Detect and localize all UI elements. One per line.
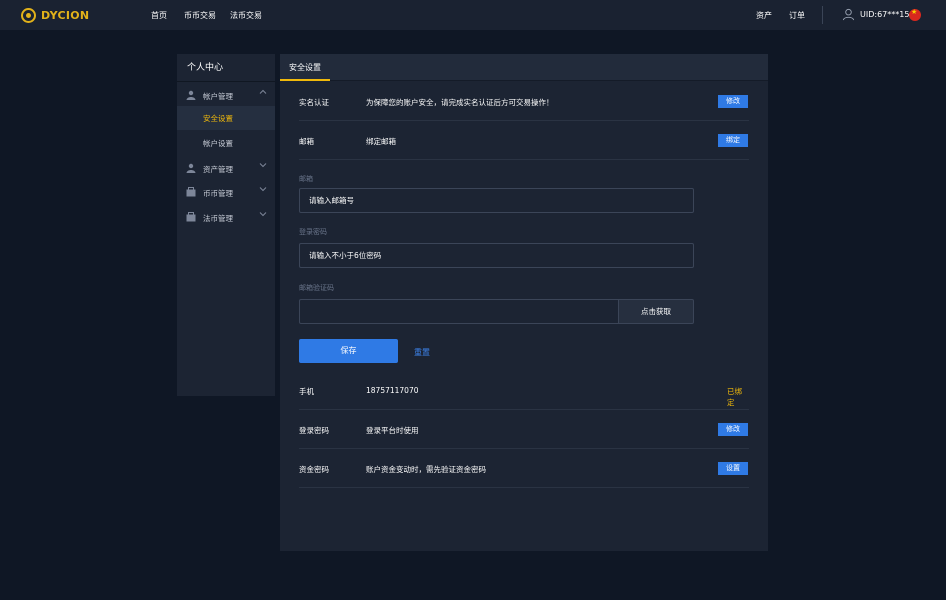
brand-name: DYCION xyxy=(41,9,90,22)
wallet-icon xyxy=(186,187,196,197)
row-value: 登录平台时使用 xyxy=(366,426,419,435)
row-phone: 手机 18757117070 已绑定 xyxy=(299,371,749,410)
sidebar-item-security[interactable]: 安全设置 xyxy=(177,106,275,130)
asset-icon xyxy=(186,163,196,173)
sidebar-item-account-settings[interactable]: 帐户设置 xyxy=(177,131,275,155)
row-value: 绑定邮箱 xyxy=(366,137,396,146)
row-fund-password: 资金密码 账户资金变动时，需先验证资金密码 设置 xyxy=(299,449,749,488)
sidebar-title: 个人中心 xyxy=(177,54,275,82)
sidebar-item-label: 安全设置 xyxy=(203,114,233,123)
tab-security-settings[interactable]: 安全设置 xyxy=(280,54,330,81)
row-value: 18757117070 xyxy=(366,386,419,395)
row-realname: 实名认证 为保障您的账户安全，请完成实名认证后方可交易操作！ 修改 xyxy=(299,82,749,121)
row-email: 邮箱 绑定邮箱 绑定 xyxy=(299,121,749,160)
bank-icon xyxy=(186,212,196,222)
sidebar-group-label: 资产管理 xyxy=(203,165,233,174)
user-uid[interactable]: UID:67***15 xyxy=(860,10,909,19)
nav-assets[interactable]: 资产 xyxy=(756,10,772,21)
row-key: 邮箱 xyxy=(299,137,314,146)
security-panel: 安全设置 实名认证 为保障您的账户安全，请完成实名认证后方可交易操作！ 修改 邮… xyxy=(280,54,768,551)
nav-orders[interactable]: 订单 xyxy=(789,10,805,21)
edit-realname-button[interactable]: 修改 xyxy=(718,95,748,108)
sidebar-group-label: 币币管理 xyxy=(203,189,233,198)
nav-home[interactable]: 首页 xyxy=(151,10,167,21)
header-divider xyxy=(822,6,823,24)
user-icon xyxy=(186,90,196,100)
status-badge: 已绑定 xyxy=(727,387,742,407)
sidebar-group-label: 法币管理 xyxy=(203,214,233,223)
sidebar-group-account[interactable]: 帐户管理 xyxy=(177,83,275,107)
chevron-down-icon xyxy=(259,212,267,217)
row-login-password: 登录密码 登录平台时使用 修改 xyxy=(299,410,749,449)
password-field[interactable]: 请输入不小于6位密码 xyxy=(299,243,694,268)
tab-bar: 安全设置 xyxy=(280,54,768,81)
logo-icon xyxy=(21,8,36,23)
bind-email-button[interactable]: 绑定 xyxy=(718,134,748,147)
user-icon[interactable] xyxy=(842,8,855,21)
save-button[interactable]: 保存 xyxy=(299,339,398,363)
row-key: 实名认证 xyxy=(299,98,329,107)
chevron-up-icon xyxy=(259,89,267,94)
nav-fiat-trading[interactable]: 法币交易 xyxy=(230,10,262,21)
password-label: 登录密码 xyxy=(299,228,327,236)
row-key: 资金密码 xyxy=(299,465,329,474)
nav-spot-trading[interactable]: 币币交易 xyxy=(184,10,216,21)
email-code-input[interactable] xyxy=(299,299,619,324)
set-fund-password-button[interactable]: 设置 xyxy=(718,462,748,475)
sidebar-item-label: 帐户设置 xyxy=(203,139,233,148)
get-code-button[interactable]: 点击获取 xyxy=(619,299,694,324)
email-label: 邮箱 xyxy=(299,175,313,183)
sidebar-group-assets[interactable]: 资产管理 xyxy=(177,156,275,180)
email-field[interactable]: 请输入邮箱号 xyxy=(299,188,694,213)
logo[interactable]: DYCION xyxy=(21,8,89,23)
chevron-down-icon xyxy=(259,187,267,192)
china-flag-icon[interactable] xyxy=(909,9,921,21)
row-value: 为保障您的账户安全，请完成实名认证后方可交易操作！ xyxy=(366,98,554,107)
reset-button[interactable]: 重置 xyxy=(414,347,430,358)
sidebar-group-spot[interactable]: 币币管理 xyxy=(177,180,275,204)
sidebar: 个人中心 帐户管理 安全设置 帐户设置 资产管理 币币管理 法币管理 xyxy=(177,54,275,396)
sidebar-group-fiat[interactable]: 法币管理 xyxy=(177,205,275,229)
chevron-down-icon xyxy=(259,163,267,168)
edit-login-password-button[interactable]: 修改 xyxy=(718,423,748,436)
row-value: 账户资金变动时，需先验证资金密码 xyxy=(366,465,486,474)
email-code-label: 邮箱验证码 xyxy=(299,284,334,292)
sidebar-group-label: 帐户管理 xyxy=(203,92,233,101)
top-navbar: DYCION 首页 币币交易 法币交易 资产 订单 UID:67***15 xyxy=(0,0,946,30)
row-key: 手机 xyxy=(299,387,314,396)
row-key: 登录密码 xyxy=(299,426,329,435)
